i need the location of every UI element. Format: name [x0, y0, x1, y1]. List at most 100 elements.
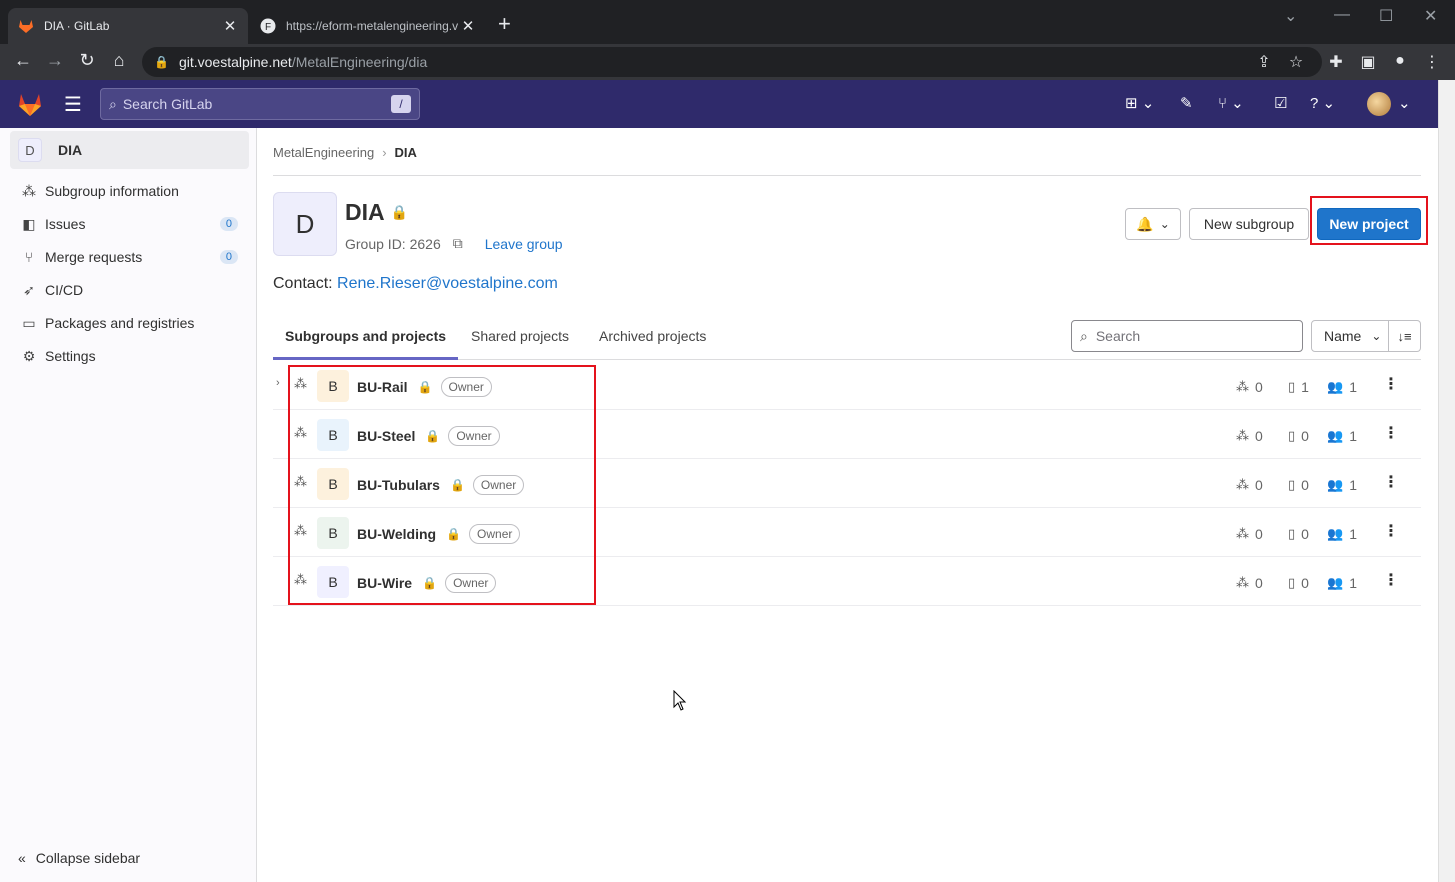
new-tab-icon[interactable]: + [498, 13, 511, 35]
bookmark-star-icon[interactable]: ☆ [1286, 52, 1306, 72]
menu-kebab-icon[interactable]: ⋮ [1422, 52, 1442, 72]
sidebar-item-merge-requests[interactable]: ⑂ Merge requests 0 [20, 245, 238, 269]
users-icon: 👥 [1327, 477, 1344, 492]
sidebar-item-label: Packages and registries [45, 315, 195, 331]
sidebar-item-issues[interactable]: ◧ Issues 0 [20, 212, 238, 236]
todos-icon[interactable]: ☑ [1274, 94, 1287, 112]
users-icon: 👥 [1327, 575, 1344, 590]
sidebar-item-packages[interactable]: ▭ Packages and registries [20, 311, 238, 335]
project-count: ▯ 0 [1288, 428, 1309, 444]
breadcrumb-parent[interactable]: MetalEngineering [273, 145, 374, 160]
breadcrumb: MetalEngineering › DIA [273, 145, 417, 160]
new-subgroup-button[interactable]: New subgroup [1189, 208, 1309, 240]
project-count: ▯ 0 [1288, 526, 1309, 542]
leave-group-link[interactable]: Leave group [485, 236, 563, 252]
contact-email-link[interactable]: Rene.Rieser@voestalpine.com [337, 275, 558, 292]
subgroup-count-value: 0 [1255, 428, 1263, 444]
collapse-sidebar-button[interactable]: « Collapse sidebar [18, 850, 140, 866]
address-bar[interactable]: 🔒 git.voestalpine.net/MetalEngineering/d… [142, 47, 1322, 77]
breadcrumb-current[interactable]: DIA [395, 145, 417, 160]
search-icon: ⌕ [109, 95, 117, 112]
extensions-icon[interactable]: ✚ [1326, 52, 1346, 72]
tab-archived-projects[interactable]: Archived projects [599, 328, 706, 344]
subgroup-count: ⁂ 0 [1236, 428, 1263, 444]
more-actions-icon[interactable]: ⋮ [1383, 423, 1399, 443]
side-panel-icon[interactable]: ▣ [1358, 52, 1378, 72]
chevron-down-icon: ⌄ [1159, 217, 1170, 231]
tab-shared-projects[interactable]: Shared projects [471, 328, 569, 344]
create-new-icon[interactable]: ⊞ ⌄ [1125, 94, 1154, 112]
subgroup-icon: ⁂ [1236, 526, 1249, 541]
gitlab-logo-icon[interactable] [16, 90, 44, 118]
back-icon[interactable]: ← [11, 50, 35, 71]
bookmark-icon: ▯ [1288, 575, 1296, 590]
notification-dropdown-button[interactable]: 🔔 ⌄ [1125, 208, 1181, 240]
svg-text:F: F [265, 22, 271, 33]
member-count: 👥 1 [1327, 477, 1357, 493]
reload-icon[interactable]: ↻ [75, 50, 99, 71]
search-placeholder: Search GitLab [122, 96, 213, 112]
help-icon[interactable]: ? ⌄ [1310, 94, 1335, 112]
sidebar-item-settings[interactable]: ⚙ Settings [20, 344, 238, 368]
rocket-icon: ➶ [23, 281, 35, 298]
share-icon[interactable]: ⇪ [1254, 52, 1274, 72]
page-title: DIA 🔒 [345, 199, 408, 226]
merge-requests-icon[interactable]: ⑂ ⌄ [1218, 94, 1244, 112]
chevron-right-icon[interactable]: › [276, 377, 280, 389]
sidebar-item-label: Merge requests [45, 249, 143, 265]
url-host: git.voestalpine.net [178, 54, 292, 70]
profile-icon[interactable]: ● [1390, 52, 1410, 70]
sort-lowest-icon: ↓≡ [1397, 328, 1412, 344]
copy-icon[interactable]: ⧉ [453, 235, 463, 252]
close-tab-icon[interactable]: ✕ [222, 17, 238, 35]
tab-search-icon[interactable]: ⌄ [1284, 6, 1297, 26]
member-count-value: 1 [1349, 526, 1357, 542]
issues-icon[interactable]: ✎ [1180, 94, 1193, 112]
sort-label: Name [1324, 328, 1362, 344]
search-input[interactable]: ⌕ Search GitLab / [100, 88, 420, 120]
users-icon: 👥 [1327, 379, 1344, 394]
filter-search-input[interactable]: ⌕ Search [1071, 320, 1303, 352]
merge-request-icon: ⑂ [24, 249, 34, 265]
home-icon[interactable]: ⌂ [107, 50, 131, 71]
hamburger-menu-icon[interactable]: ☰ [64, 92, 82, 117]
user-avatar[interactable] [1367, 92, 1391, 116]
sidebar-item-subgroup-information[interactable]: ⁂ Subgroup information [20, 179, 238, 203]
more-actions-icon[interactable]: ⋮ [1383, 570, 1399, 590]
more-actions-icon[interactable]: ⋮ [1383, 472, 1399, 492]
project-count: ▯ 0 [1288, 477, 1309, 493]
close-tab-icon[interactable]: ✕ [460, 17, 476, 35]
browser-tab-strip: DIA · GitLab ✕ F https://eform-metalengi… [0, 0, 1455, 44]
member-count: 👥 1 [1327, 575, 1357, 591]
package-icon: ▭ [22, 314, 36, 331]
maximize-icon[interactable]: ☐ [1379, 6, 1393, 26]
project-count-value: 0 [1301, 428, 1309, 444]
forward-icon[interactable]: → [43, 50, 67, 71]
more-actions-icon[interactable]: ⋮ [1383, 521, 1399, 541]
member-count-value: 1 [1349, 477, 1357, 493]
browser-tab-title: DIA · GitLab [44, 19, 110, 33]
browser-tab-eform[interactable]: F https://eform-metalengineering.v ✕ [250, 8, 486, 44]
project-count-value: 0 [1301, 575, 1309, 591]
sidebar-group-header[interactable]: D DIA [10, 131, 249, 169]
subgroup-icon: ⁂ [1236, 428, 1249, 443]
sort-direction-button[interactable]: ↓≡ [1389, 320, 1421, 352]
browser-tab-gitlab[interactable]: DIA · GitLab ✕ [8, 8, 248, 44]
sort-dropdown[interactable]: Name ⌄ [1311, 320, 1389, 352]
minimize-icon[interactable]: — [1334, 6, 1350, 24]
sidebar-item-cicd[interactable]: ➶ CI/CD [20, 278, 238, 302]
scrollbar[interactable] [1438, 80, 1455, 882]
subgroup-count-value: 0 [1255, 379, 1263, 395]
active-tab-indicator [273, 357, 458, 360]
tab-subgroups-and-projects[interactable]: Subgroups and projects [285, 328, 446, 344]
more-actions-icon[interactable]: ⋮ [1383, 374, 1399, 394]
project-count: ▯ 0 [1288, 575, 1309, 591]
users-icon: 👥 [1327, 428, 1344, 443]
bookmark-icon: ▯ [1288, 526, 1296, 541]
chevron-down-icon[interactable]: ⌄ [1398, 94, 1411, 112]
close-window-icon[interactable]: ✕ [1424, 6, 1437, 26]
sidebar-item-label: Subgroup information [45, 183, 179, 199]
mouse-cursor-icon [673, 690, 687, 711]
users-icon: 👥 [1327, 526, 1344, 541]
bookmark-icon: ▯ [1288, 379, 1296, 394]
